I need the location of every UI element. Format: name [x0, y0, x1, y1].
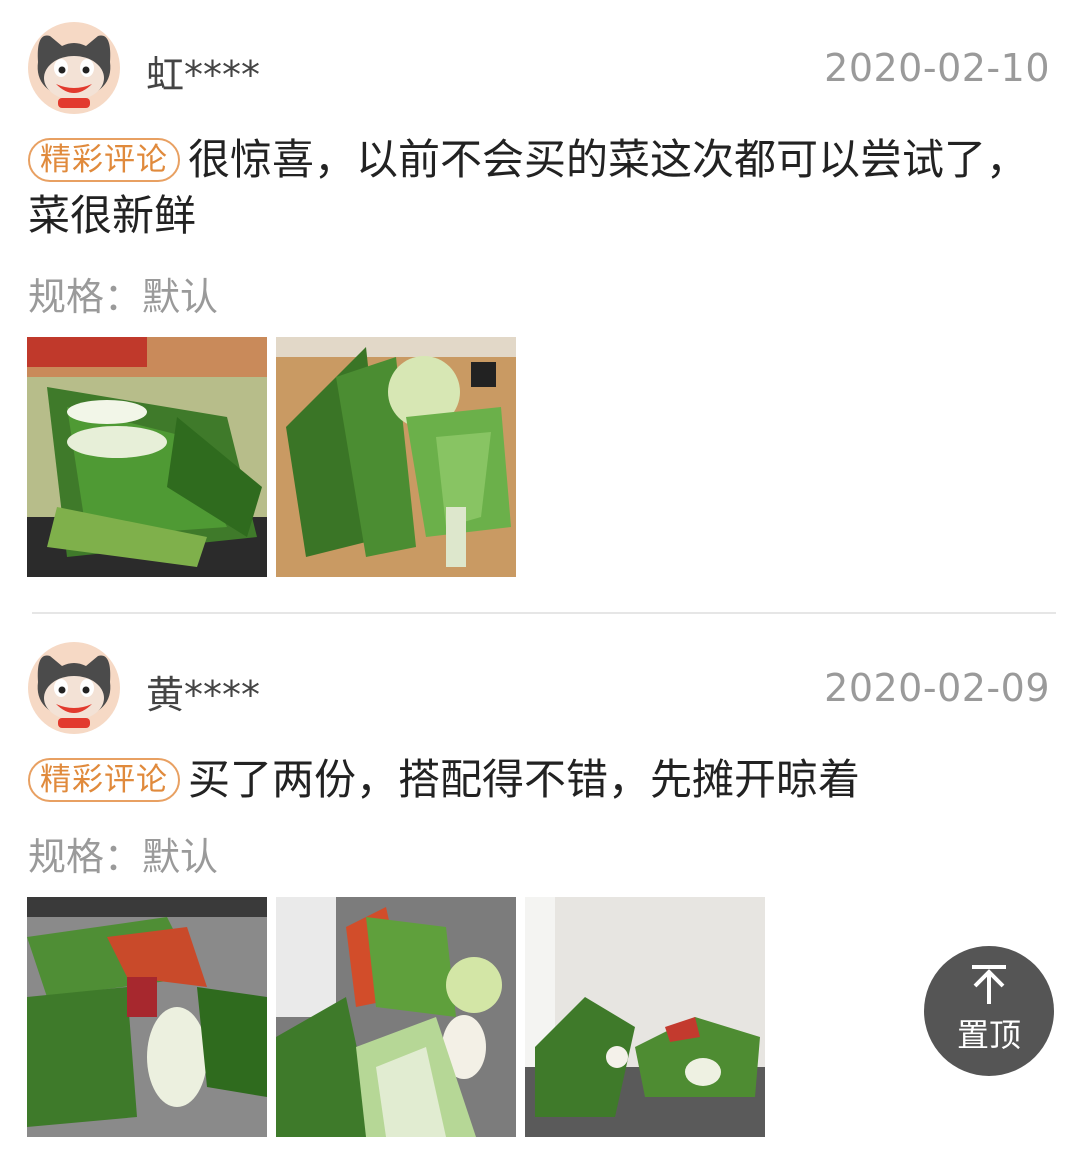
cat-avatar-icon	[28, 22, 120, 114]
cat-avatar-icon	[28, 642, 120, 734]
avatar[interactable]	[28, 642, 120, 734]
spec-label: 规格：默认	[28, 835, 219, 879]
review-date: 2020-02-10	[824, 46, 1050, 90]
review-photo[interactable]	[276, 337, 516, 577]
username: 黄****	[146, 673, 261, 717]
divider	[32, 612, 1056, 614]
scroll-to-top-label: 置顶	[956, 1016, 1021, 1054]
comment-text: 买了两份，搭配得不错，先摊开晾着	[188, 755, 861, 804]
review-photo[interactable]	[276, 897, 516, 1137]
review-date: 2020-02-09	[824, 666, 1050, 710]
spec-label: 规格：默认	[28, 275, 219, 319]
avatar[interactable]	[28, 22, 120, 114]
review-text: 精彩评论 买了两份，搭配得不错，先摊开晾着	[28, 752, 1028, 808]
arrow-to-top-icon	[969, 964, 1009, 1010]
review-text: 精彩评论 很惊喜，以前不会买的菜这次都可以尝试了，菜很新鲜	[28, 132, 1028, 244]
review-photo[interactable]	[27, 337, 267, 577]
review-photo[interactable]	[525, 897, 765, 1137]
review-photo[interactable]	[27, 897, 267, 1137]
username: 虹****	[146, 53, 261, 97]
featured-badge: 精彩评论	[28, 758, 180, 802]
scroll-to-top-button[interactable]: 置顶	[924, 946, 1054, 1076]
featured-badge: 精彩评论	[28, 138, 180, 182]
